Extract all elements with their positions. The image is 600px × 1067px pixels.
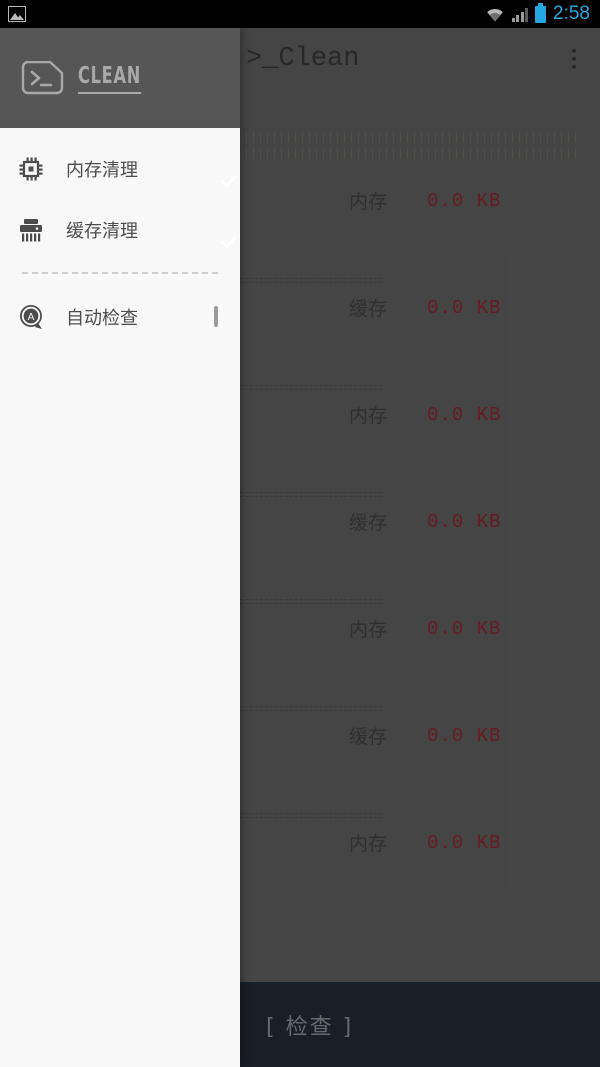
navigation-drawer: CLEAN 内存清理缓存清理 A 自动检查 bbox=[0, 28, 240, 1067]
svg-text:A: A bbox=[28, 312, 35, 323]
cellular-signal-icon bbox=[511, 7, 529, 22]
status-bar-notifications bbox=[8, 6, 26, 22]
phone-screen: 2:58 >_Clean 内存 0.0 KB 缓存 0.0 KB 内存 0.0 KB 缓存 0… bbox=[0, 0, 600, 1067]
sidebar-item-label: 缓存清理 bbox=[66, 220, 138, 242]
status-bar: 2:58 bbox=[0, 0, 600, 28]
drawer-scrim[interactable] bbox=[240, 28, 600, 1067]
sidebar-item-label: 自动检查 bbox=[66, 307, 138, 329]
drawer-item-list: 内存清理缓存清理 A 自动检查 bbox=[0, 128, 240, 347]
status-bar-clock: 2:58 bbox=[553, 3, 590, 24]
shredder-icon bbox=[16, 215, 46, 245]
checkbox-unchecked-icon bbox=[214, 305, 218, 327]
drawer-divider bbox=[22, 272, 218, 274]
sidebar-item-label: 内存清理 bbox=[66, 159, 138, 181]
sidebar-item-1[interactable]: 内存清理 bbox=[0, 138, 240, 199]
battery-icon bbox=[535, 2, 547, 23]
terminal-prompt-icon bbox=[20, 60, 66, 95]
drawer-logo-text: CLEAN bbox=[78, 63, 142, 94]
sidebar-item-3[interactable]: A 自动检查 bbox=[0, 286, 240, 347]
sidebar-item-checkbox[interactable] bbox=[214, 305, 218, 327]
auto-badge-icon: A bbox=[16, 302, 46, 332]
drawer-header: CLEAN bbox=[0, 28, 240, 128]
status-bar-system-icons: 2:58 bbox=[485, 2, 590, 25]
sidebar-item-2[interactable]: 缓存清理 bbox=[0, 199, 240, 260]
gallery-icon bbox=[8, 6, 26, 22]
wifi-icon bbox=[485, 7, 505, 22]
cpu-chip-icon bbox=[16, 154, 46, 184]
